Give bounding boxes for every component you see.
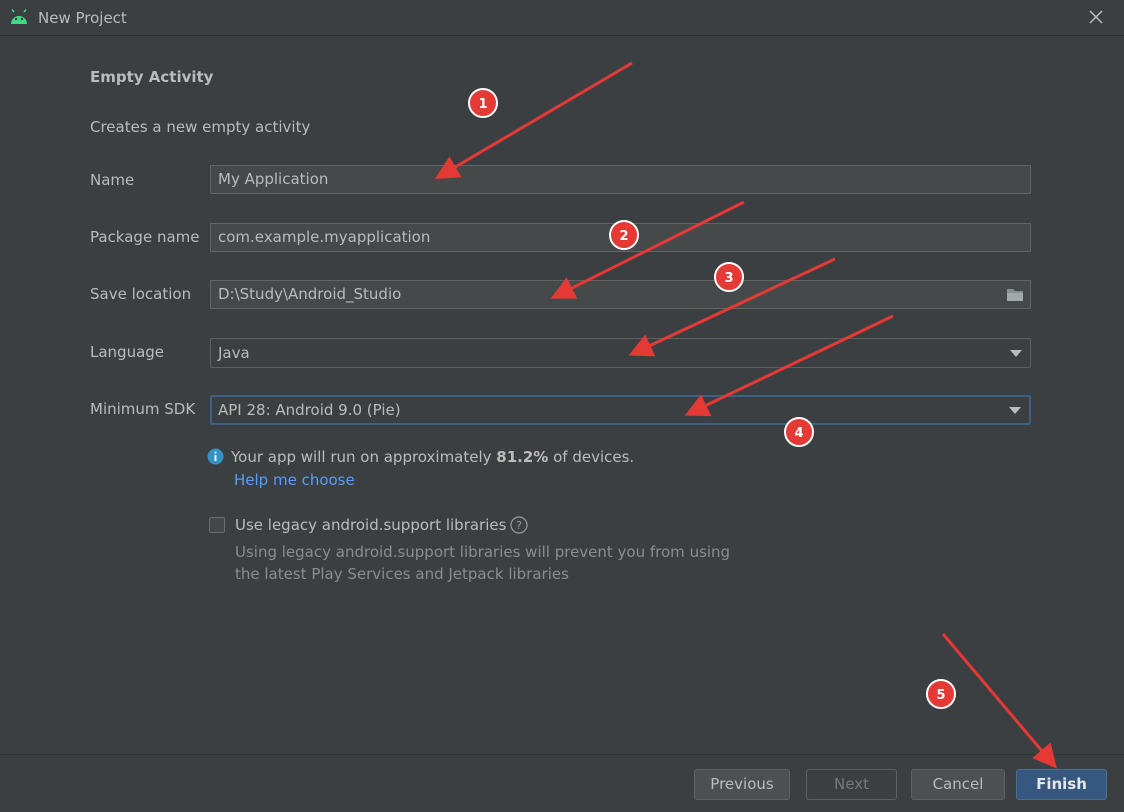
footer-divider <box>0 754 1124 755</box>
save-location-label: Save location <box>90 285 192 303</box>
android-icon <box>11 9 27 24</box>
language-dropdown[interactable]: Java <box>210 338 1031 368</box>
annotation-marker-1: 1 <box>468 88 498 118</box>
next-button[interactable]: Next <box>806 769 897 800</box>
name-label: Name <box>90 171 135 189</box>
chevron-down-icon <box>1009 407 1021 414</box>
title-bar: New Project <box>0 0 1124 36</box>
svg-text:1: 1 <box>478 97 487 112</box>
language-label: Language <box>90 343 165 361</box>
coverage-text-after: of devices. <box>548 448 635 466</box>
window-title: New Project <box>38 9 127 27</box>
page-subtitle: Creates a new empty activity <box>90 118 311 136</box>
minimum-sdk-value: API 28: Android 9.0 (Pie) <box>218 401 401 419</box>
page-title: Empty Activity <box>90 68 214 86</box>
previous-button[interactable]: Previous <box>694 769 790 800</box>
folder-icon[interactable] <box>1006 287 1024 302</box>
close-icon[interactable] <box>1088 9 1104 25</box>
svg-text:5: 5 <box>936 688 945 703</box>
language-value: Java <box>218 344 250 362</box>
coverage-percent: 81.2% <box>496 448 549 466</box>
info-icon <box>207 448 224 465</box>
minimum-sdk-label: Minimum SDK <box>90 400 196 418</box>
name-field[interactable]: My Application <box>210 165 1031 194</box>
svg-text:4: 4 <box>794 426 803 441</box>
legacy-support-checkbox[interactable] <box>209 517 225 533</box>
package-name-label: Package name <box>90 228 200 246</box>
device-coverage-text: Your app will run on approximately 81.2%… <box>231 448 634 466</box>
svg-text:?: ? <box>516 519 522 532</box>
save-location-field[interactable]: D:\Study\Android_Studio <box>210 280 1031 309</box>
annotation-arrow-1 <box>434 61 633 180</box>
help-me-choose-link[interactable]: Help me choose <box>234 471 355 489</box>
coverage-text-before: Your app will run on approximately <box>231 448 497 466</box>
legacy-support-label[interactable]: Use legacy android.support libraries <box>235 516 506 534</box>
chevron-down-icon <box>1010 350 1022 357</box>
cancel-button[interactable]: Cancel <box>911 769 1005 800</box>
package-name-field[interactable]: com.example.myapplication <box>210 223 1031 252</box>
annotation-marker-5: 5 <box>926 679 956 709</box>
legacy-hint-line-2: the latest Play Services and Jetpack lib… <box>235 565 569 583</box>
question-icon[interactable]: ? <box>510 516 528 534</box>
finish-button[interactable]: Finish <box>1016 769 1107 800</box>
save-location-value: D:\Study\Android_Studio <box>218 285 402 303</box>
minimum-sdk-dropdown[interactable]: API 28: Android 9.0 (Pie) <box>210 395 1031 425</box>
annotation-arrow-5 <box>941 633 1057 769</box>
legacy-hint-line-1: Using legacy android.support libraries w… <box>235 543 731 561</box>
